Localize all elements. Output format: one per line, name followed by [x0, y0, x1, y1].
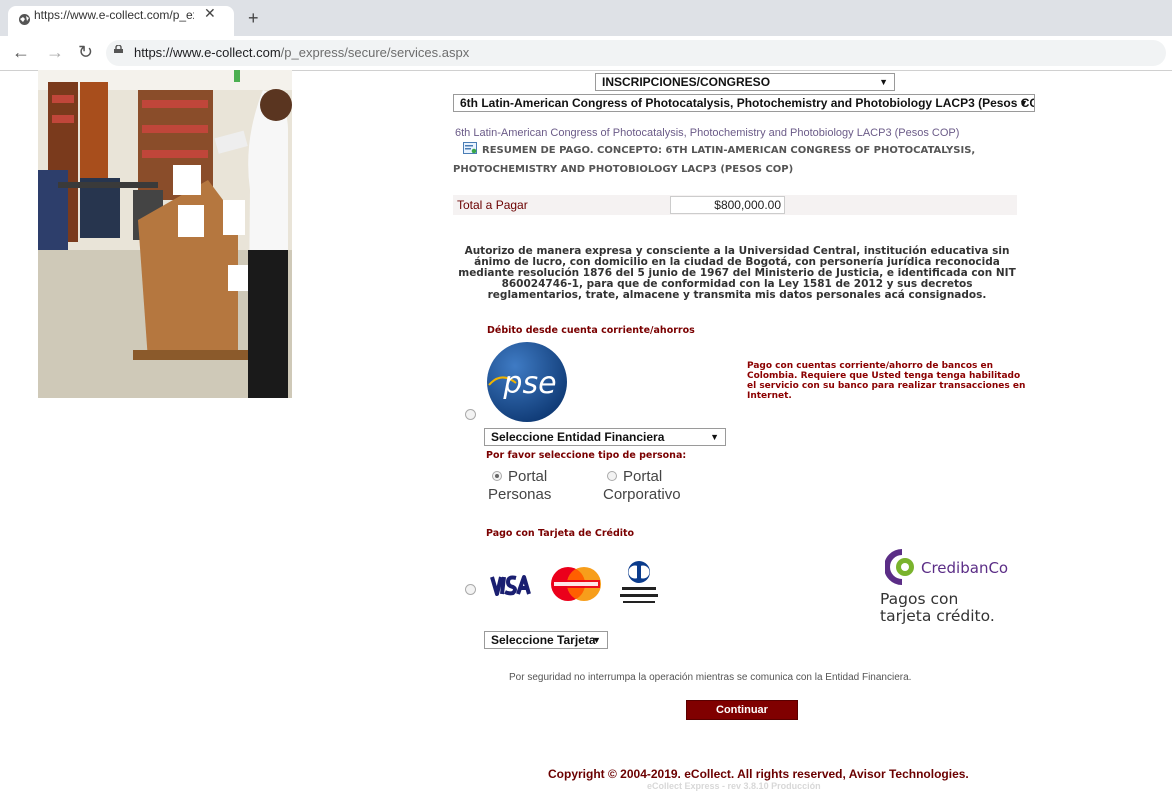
category-select-value: INSCRIPCIONES/CONGRESO	[602, 75, 771, 89]
security-note: Por seguridad no interrumpa la operación…	[509, 672, 912, 683]
back-icon[interactable]: ←	[12, 42, 30, 63]
portal-corporativo-label: Portal Corporativo	[603, 468, 681, 503]
credit-card-section-title: Pago con Tarjeta de Crédito	[486, 528, 635, 539]
visa-logo	[486, 556, 544, 612]
payment-summary-line2: PHOTOCHEMISTRY AND PHOTOBIOLOGY LACP3 (P…	[453, 164, 794, 175]
tab-title: https://www.e-collect.com/p_exp	[34, 8, 194, 22]
diners-club-logo	[610, 556, 668, 612]
url-text: https://www.e-collect.com/p_express/secu…	[134, 45, 469, 60]
receipt-icon	[463, 142, 477, 154]
card-select-value: Seleccione Tarjeta	[491, 633, 596, 647]
copyright-text: Copyright © 2004-2019. eCollect. All rig…	[548, 767, 969, 781]
svg-text:CredibanCo: CredibanCo	[921, 559, 1008, 577]
debit-section-title: Débito desde cuenta corriente/ahorros	[487, 325, 695, 336]
portal-corporativo-radio[interactable]	[607, 471, 617, 481]
event-select[interactable]: 6th Latin-American Congress of Photocata…	[453, 94, 1035, 112]
chevron-down-icon: ▼	[592, 635, 601, 645]
event-select-value: 6th Latin-American Congress of Photocata…	[460, 96, 1035, 110]
lock-icon	[114, 45, 123, 53]
reload-icon[interactable]: ↻	[78, 42, 93, 63]
total-value: $800,000.00	[670, 196, 785, 214]
pse-radio[interactable]	[465, 409, 476, 420]
person-type-title: Por favor seleccione tipo de persona:	[486, 450, 687, 461]
pse-logo: pse	[487, 342, 567, 422]
pse-description: Pago con cuentas corriente/ahorro de ban…	[747, 361, 1026, 401]
bank-select[interactable]: Seleccione Entidad Financiera ▼	[484, 428, 726, 446]
credibanco-description: Pagos con tarjeta crédito.	[880, 590, 995, 625]
total-label: Total a Pagar	[457, 198, 528, 212]
svg-text:pse: pse	[502, 366, 556, 401]
url-host: https://www.e-collect.com	[134, 45, 281, 60]
consent-text: Autorizo de manera expresa y consciente …	[458, 245, 1016, 301]
close-icon[interactable]: ✕	[204, 5, 216, 22]
forward-icon[interactable]: →	[46, 42, 64, 63]
library-photo	[38, 70, 292, 398]
portal-personas-radio[interactable]	[492, 471, 502, 481]
chevron-down-icon: ▼	[879, 77, 888, 87]
credibanco-logo: CredibanCo	[885, 549, 1008, 585]
chevron-down-icon: ▼	[710, 432, 719, 442]
credit-card-radio[interactable]	[465, 584, 476, 595]
new-tab-icon[interactable]: +	[248, 8, 259, 29]
bank-select-value: Seleccione Entidad Financiera	[491, 430, 665, 444]
payment-summary-line1: RESUMEN DE PAGO. CONCEPTO: 6TH LATIN-AME…	[482, 145, 976, 156]
card-select[interactable]: Seleccione Tarjeta ▼	[484, 631, 608, 649]
globe-icon	[19, 14, 30, 25]
category-select[interactable]: INSCRIPCIONES/CONGRESO ▼	[595, 73, 895, 91]
url-path: /p_express/secure/services.aspx	[280, 45, 470, 60]
continue-button[interactable]: Continuar	[686, 700, 798, 720]
chevron-down-icon: ▼	[1019, 98, 1028, 108]
event-description: 6th Latin-American Congress of Photocata…	[455, 127, 960, 139]
version-text: eCollect Express - rev 3.8.10 Producción	[647, 781, 821, 791]
mastercard-logo	[546, 556, 606, 612]
